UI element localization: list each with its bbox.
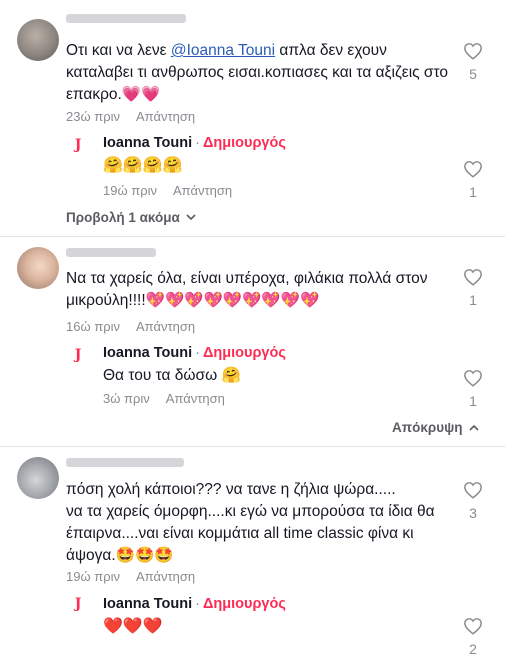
- comment-time: 16ώ πριν: [66, 319, 120, 334]
- heart-outline-icon: [464, 618, 482, 635]
- star-struck-emoji: 🤩🤩🤩: [115, 547, 174, 564]
- reply-button[interactable]: Απάντηση: [173, 183, 232, 198]
- comment-time: 23ώ πριν: [66, 109, 120, 124]
- reply-button[interactable]: Απάντηση: [136, 319, 195, 334]
- reply-time: 19ώ πριν: [103, 183, 157, 198]
- reply-emojis: ❤️❤️❤️: [103, 618, 163, 635]
- creator-badge: Δημιουργός: [202, 345, 286, 361]
- heart-outline-icon: [464, 43, 482, 60]
- reply-button[interactable]: Απάντηση: [166, 391, 225, 406]
- heart-outline-icon: [464, 269, 482, 286]
- hide-replies[interactable]: Απόκρυψη: [392, 420, 479, 435]
- reply-text: Θα του τα δώσω 🤗: [103, 367, 241, 384]
- tiktok-logo-icon: J: [74, 596, 82, 612]
- heart-emoji: 💗💗: [121, 86, 161, 103]
- hug-emoji: 🤗: [221, 367, 241, 384]
- chevron-up-icon: [468, 424, 479, 431]
- creator-avatar[interactable]: J: [66, 592, 90, 616]
- commenter-username-blurred[interactable]: [66, 248, 156, 257]
- tiktok-logo-icon: J: [74, 347, 82, 363]
- reply-meta: 19ώ πριν Απάντηση: [103, 183, 232, 198]
- creator-avatar[interactable]: J: [66, 133, 90, 157]
- like-count: 2: [469, 641, 477, 657]
- like-button[interactable]: 5: [461, 42, 485, 82]
- comment-time: 19ώ πριν: [66, 569, 120, 584]
- like-count: 1: [469, 393, 477, 409]
- divider: [0, 446, 505, 447]
- commenter-avatar[interactable]: [17, 247, 59, 289]
- reply-button[interactable]: Απάντηση: [136, 569, 195, 584]
- reply-button[interactable]: Απάντηση: [136, 109, 195, 124]
- comment-text: Οτι και να λενε @Ioanna Touni απλα δεν ε…: [66, 42, 448, 103]
- reply-author[interactable]: Ioanna Touni · Δημιουργός: [103, 345, 286, 361]
- reply-author[interactable]: Ioanna Touni · Δημιουργός: [103, 596, 286, 612]
- mention-link[interactable]: @Ioanna Touni: [171, 42, 275, 59]
- comment-text: πόση χολή κάποιοι??? να τανε η ζήλια ψώρ…: [66, 481, 435, 564]
- like-button[interactable]: 3: [461, 481, 485, 521]
- comment-meta: 16ώ πριν Απάντηση: [66, 319, 195, 334]
- like-count: 1: [469, 292, 477, 308]
- creator-badge: Δημιουργός: [202, 135, 286, 151]
- like-count: 3: [469, 505, 477, 521]
- heart-outline-icon: [464, 482, 482, 499]
- view-more-replies[interactable]: Προβολή 1 ακόμα: [66, 210, 196, 225]
- like-button[interactable]: 1: [461, 369, 485, 409]
- chevron-down-icon: [186, 214, 196, 221]
- commenter-username-blurred[interactable]: [66, 458, 184, 467]
- comment-meta: 23ώ πριν Απάντηση: [66, 109, 195, 124]
- commenter-avatar[interactable]: [17, 457, 59, 499]
- divider: [0, 236, 505, 237]
- heart-outline-icon: [464, 161, 482, 178]
- commenter-avatar[interactable]: [17, 19, 59, 61]
- reply-time: 3ώ πριν: [103, 391, 150, 406]
- tiktok-logo-icon: J: [74, 137, 82, 153]
- comment-text: Να τα χαρείς όλα, είναι υπέροχα, φιλάκια…: [66, 270, 428, 309]
- comment-meta: 19ώ πριν Απάντηση: [66, 569, 195, 584]
- like-button[interactable]: 1: [461, 268, 485, 308]
- creator-badge: Δημιουργός: [202, 596, 286, 612]
- heart-emoji: 💖💖💖💖💖💖💖💖💖: [145, 292, 320, 309]
- like-button[interactable]: 1: [461, 160, 485, 200]
- heart-outline-icon: [464, 370, 482, 387]
- reply-author[interactable]: Ioanna Touni · Δημιουργός: [103, 135, 286, 151]
- creator-avatar[interactable]: J: [66, 343, 90, 367]
- like-count: 5: [469, 66, 477, 82]
- commenter-username-blurred[interactable]: [66, 14, 186, 23]
- like-button[interactable]: 2: [461, 617, 485, 657]
- reply-meta: 3ώ πριν Απάντηση: [103, 391, 225, 406]
- like-count: 1: [469, 184, 477, 200]
- reply-emojis: 🤗🤗🤗🤗: [103, 157, 183, 174]
